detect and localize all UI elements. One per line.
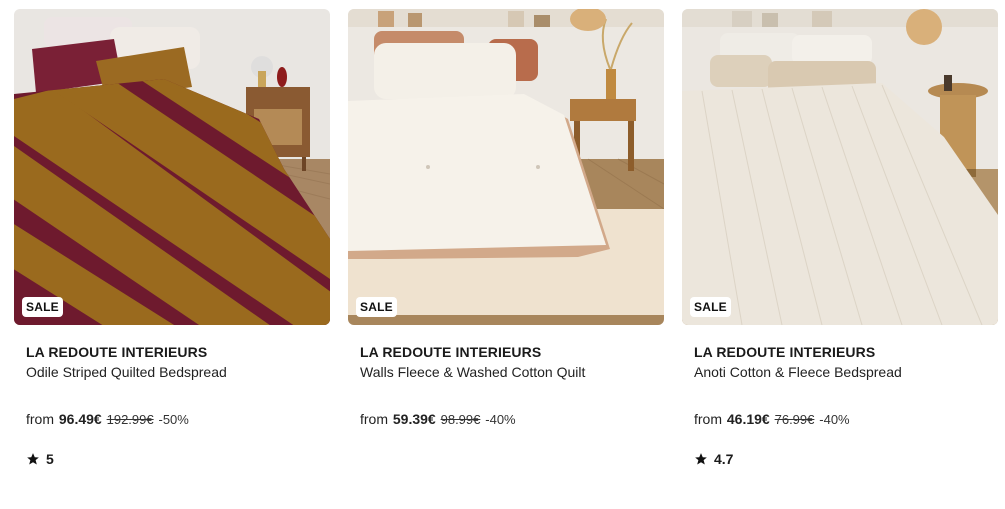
- price-prefix: from: [360, 411, 388, 427]
- price-original: 192.99€: [106, 412, 154, 427]
- product-grid: SALE LA REDOUTE INTERIEURS Odile Striped…: [14, 9, 998, 499]
- sale-badge: SALE: [690, 297, 731, 317]
- product-image[interactable]: SALE: [348, 9, 664, 325]
- product-name[interactable]: Odile Striped Quilted Bedspread: [26, 364, 227, 380]
- product-brand: LA REDOUTE INTERIEURS: [26, 344, 208, 360]
- product-rating: 5: [26, 451, 54, 467]
- price-prefix: from: [26, 411, 54, 427]
- price-original: 98.99€: [440, 412, 481, 427]
- product-brand: LA REDOUTE INTERIEURS: [360, 344, 542, 360]
- product-rating: 4.7: [694, 451, 733, 467]
- product-price: from 46.19€ 76.99€ -40%: [694, 411, 850, 427]
- price-current: 96.49€: [58, 411, 102, 427]
- product-image[interactable]: SALE: [14, 9, 330, 325]
- price-current: 59.39€: [392, 411, 436, 427]
- product-card[interactable]: SALE LA REDOUTE INTERIEURS Anoti Cotton …: [682, 9, 998, 489]
- product-name[interactable]: Walls Fleece & Washed Cotton Quilt: [360, 364, 585, 380]
- bedroom-photo-striped: [14, 9, 330, 325]
- product-image[interactable]: SALE: [682, 9, 998, 325]
- price-discount: -40%: [485, 412, 516, 427]
- product-name[interactable]: Anoti Cotton & Fleece Bedspread: [694, 364, 902, 380]
- sale-badge: SALE: [356, 297, 397, 317]
- price-discount: -50%: [158, 412, 189, 427]
- product-price: from 59.39€ 98.99€ -40%: [360, 411, 516, 427]
- product-price: from 96.49€ 192.99€ -50%: [26, 411, 189, 427]
- price-original: 76.99€: [774, 412, 815, 427]
- product-card[interactable]: SALE LA REDOUTE INTERIEURS Odile Striped…: [14, 9, 330, 489]
- price-prefix: from: [694, 411, 722, 427]
- bedroom-photo-fleece: [348, 9, 664, 325]
- price-discount: -40%: [819, 412, 850, 427]
- star-icon: [695, 453, 707, 465]
- product-card[interactable]: SALE LA REDOUTE INTERIEURS Walls Fleece …: [348, 9, 664, 489]
- rating-value: 5: [46, 451, 54, 467]
- price-current: 46.19€: [726, 411, 770, 427]
- bedroom-photo-ribbed: [682, 9, 998, 325]
- sale-badge: SALE: [22, 297, 63, 317]
- product-brand: LA REDOUTE INTERIEURS: [694, 344, 876, 360]
- star-icon: [27, 453, 39, 465]
- rating-value: 4.7: [714, 451, 734, 467]
